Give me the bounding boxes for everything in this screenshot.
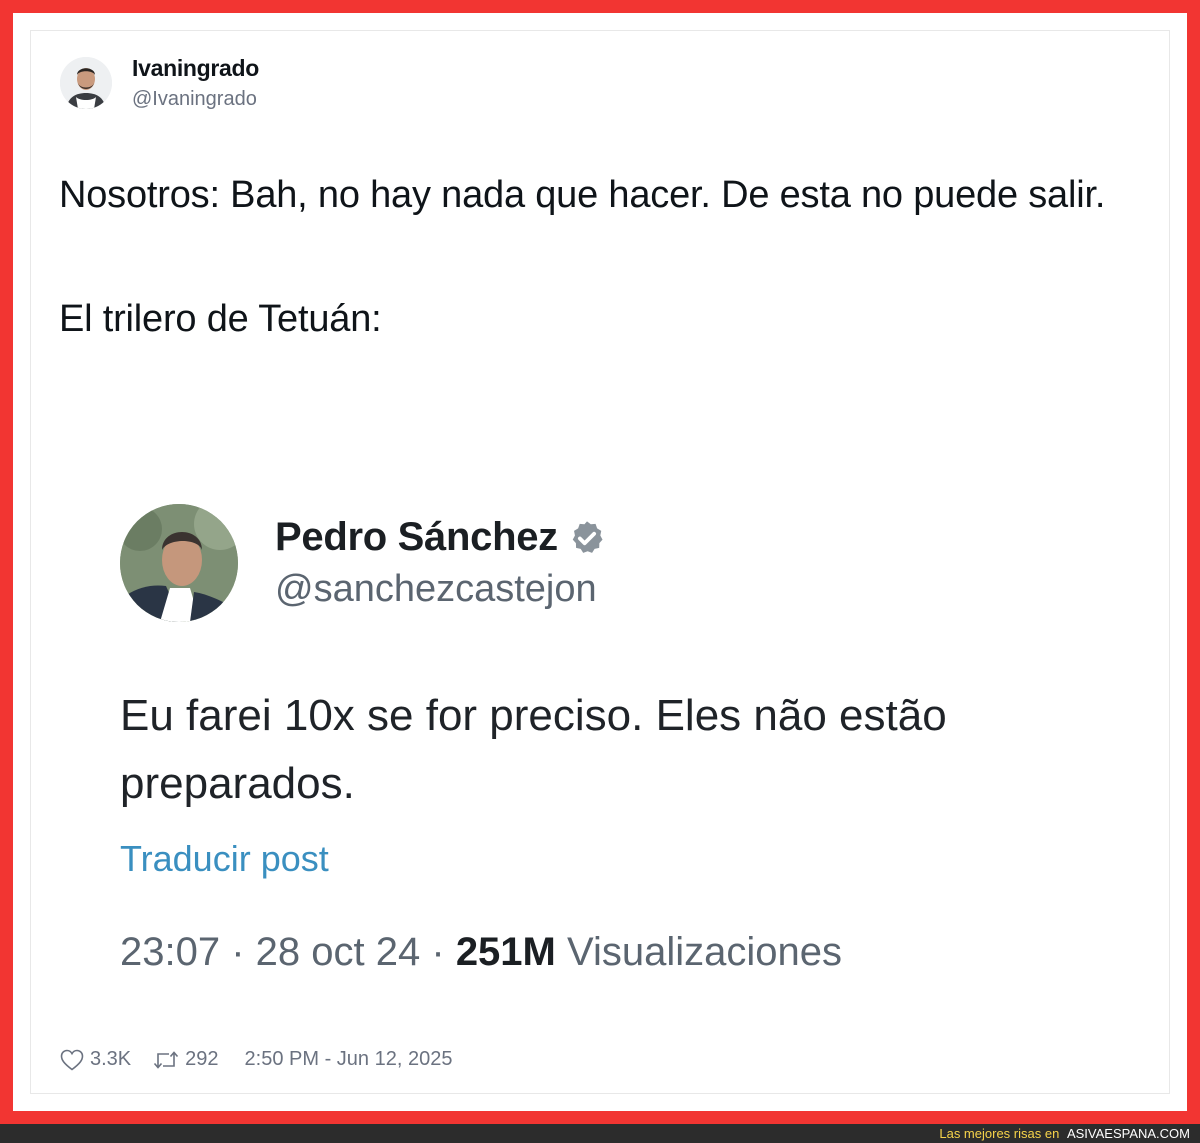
like-count: 3.3K xyxy=(90,1048,132,1070)
tweet-line-2: El trilero de Tetuán: xyxy=(59,298,382,340)
embedded-screenshot: Pedro Sánchez @sanchezcastejon Eu farei … xyxy=(98,474,1108,1004)
avatar[interactable] xyxy=(60,57,112,109)
author-handle[interactable]: @Ivaningrado xyxy=(132,88,259,111)
meta-separator: · xyxy=(431,930,456,974)
verified-badge-icon xyxy=(572,520,603,553)
embedded-author: Pedro Sánchez @sanchezcastejon xyxy=(120,504,606,622)
retweet-button[interactable]: 292 xyxy=(153,1048,219,1071)
footer-site[interactable]: ASIVAESPANA.COM xyxy=(1067,1126,1190,1141)
tweet-author[interactable]: Ivaningrado @Ivaningrado xyxy=(60,55,259,111)
tweet-line-1: Nosotros: Bah, no hay nada que hacer. De… xyxy=(59,174,1106,216)
translate-post-link: Traducir post xyxy=(120,838,329,879)
views-count: 251M xyxy=(455,930,556,974)
embedded-post-text: Eu farei 10x se for preciso. Eles não es… xyxy=(120,691,947,808)
heart-icon xyxy=(60,1049,84,1071)
retweet-icon xyxy=(154,1050,179,1069)
author-avatar-icon xyxy=(60,57,112,109)
meta-separator: · xyxy=(231,930,256,974)
retweet-count: 292 xyxy=(185,1048,219,1070)
tweet-text: Nosotros: Bah, no hay nada que hacer. De… xyxy=(59,164,1159,350)
views-label: Visualizaciones xyxy=(567,930,842,974)
embedded-avatar xyxy=(120,504,238,622)
like-button[interactable]: 3.3K xyxy=(60,1048,131,1071)
embedded-author-name: Pedro Sánchez xyxy=(275,515,558,559)
tweet-actions: 3.3K 292 2:50 PM - Jun 12, 2025 xyxy=(60,1048,452,1071)
tweet-timestamp[interactable]: 2:50 PM - Jun 12, 2025 xyxy=(245,1048,453,1071)
portrait-avatar-icon xyxy=(120,504,238,622)
embedded-date: 28 oct 24 xyxy=(255,930,421,974)
embedded-post-meta: 23:07 · 28 oct 24 · 251M Visualizaciones xyxy=(120,930,842,975)
embedded-time: 23:07 xyxy=(120,930,221,974)
author-name[interactable]: Ivaningrado xyxy=(132,55,259,82)
footer-prefix: Las mejores risas en xyxy=(939,1126,1060,1141)
site-footer: Las mejores risas en ASIVAESPANA.COM xyxy=(0,1124,1200,1143)
embedded-author-handle: @sanchezcastejon xyxy=(275,568,597,610)
